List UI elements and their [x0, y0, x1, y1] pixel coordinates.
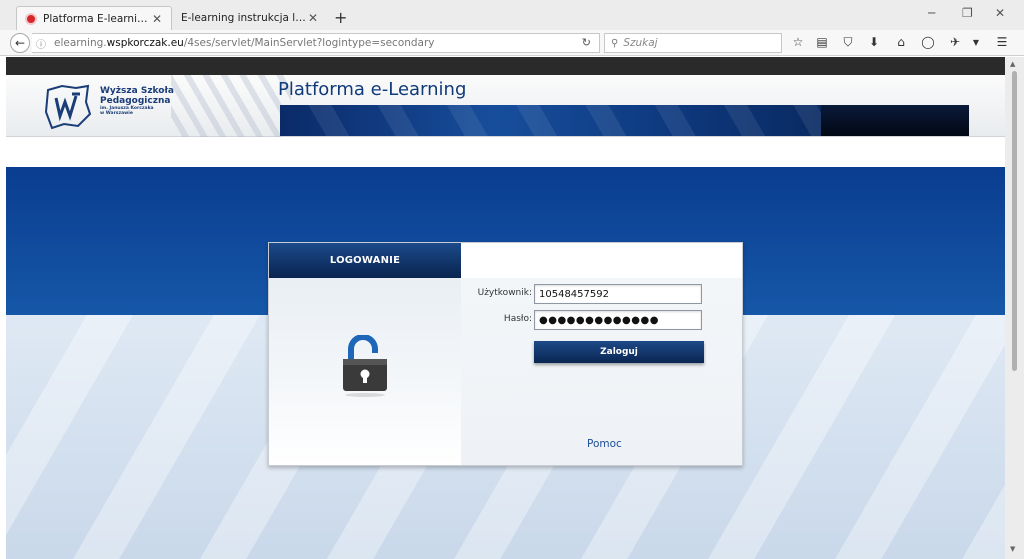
close-window-icon[interactable]: ✕ [995, 6, 1005, 20]
help-link[interactable]: Pomoc [587, 438, 622, 450]
back-arrow-icon[interactable]: ← [10, 33, 30, 53]
chevron-down-icon[interactable]: ▼ [968, 38, 984, 47]
header-banner [280, 105, 821, 136]
password-field[interactable] [534, 310, 702, 330]
search-input[interactable]: ⚲ Szukaj [604, 33, 782, 53]
nav-bar: ← ⓘ elearning. wspkorczak.eu/4ses/servlet… [0, 30, 1024, 56]
menu-icon[interactable]: ☰ [994, 35, 1010, 49]
url-domain: wspkorczak.eu [106, 37, 184, 49]
header-banner-dark [821, 105, 969, 136]
scroll-thumb[interactable] [1012, 71, 1017, 371]
university-logo-icon [44, 84, 92, 130]
site-favicon-icon [25, 12, 37, 25]
page-title: Platforma e-Learning [278, 79, 467, 100]
downloads-icon[interactable]: ⬇ [866, 35, 882, 49]
logo-line4: w Warszawie [100, 110, 133, 116]
site-info-icon[interactable]: ⓘ [36, 36, 50, 51]
close-tab-icon[interactable]: ✕ [151, 12, 163, 26]
username-label: Użytkownik: [477, 288, 532, 298]
header-decoration [171, 75, 291, 137]
reload-icon[interactable]: ↻ [582, 36, 591, 49]
scroll-down-icon[interactable]: ▼ [1010, 545, 1015, 553]
search-icon: ⚲ [611, 37, 619, 49]
tab-title: E-learning instrukcja logowania [181, 12, 307, 24]
login-right-column [461, 278, 742, 465]
reading-list-icon[interactable]: ▤ [814, 35, 830, 49]
top-strip [6, 57, 1005, 75]
extension-icon[interactable]: ✈ [947, 35, 963, 49]
url-path: /4ses/servlet/MainServlet?logintype=seco… [183, 37, 435, 49]
padlock-icon [343, 335, 387, 397]
page-scrollbar[interactable]: ▲ ▼ [1005, 57, 1024, 559]
restore-icon[interactable]: ❐ [962, 6, 973, 20]
url-prefix: elearning. [54, 37, 107, 49]
tab-bar: Platforma E-learningowa ... ✕ E-learning… [0, 0, 1024, 30]
minimize-icon[interactable]: ─ [928, 6, 935, 20]
home-icon[interactable]: ⌂ [893, 35, 909, 49]
url-bar[interactable]: ⓘ elearning. wspkorczak.eu/4ses/servlet/M… [32, 33, 600, 53]
login-panel: LOGOWANIE Użytkownik: Hasło: Zaloguj Pom… [268, 242, 743, 466]
chat-icon[interactable]: ◯ [920, 35, 936, 49]
site-header: Wyższa Szkoła Pedagogiczna im. Janusza K… [6, 75, 1005, 137]
bookmark-star-icon[interactable]: ☆ [790, 35, 806, 49]
university-name: Wyższa Szkoła Pedagogiczna im. Janusza K… [100, 86, 174, 117]
tab-instrukcja[interactable]: E-learning instrukcja logowania ✕ [173, 6, 327, 30]
password-label: Hasło: [503, 314, 532, 324]
tab-platforma[interactable]: Platforma E-learningowa ... ✕ [16, 6, 172, 30]
search-placeholder: Szukaj [623, 37, 658, 49]
username-field[interactable] [534, 284, 702, 304]
login-heading: LOGOWANIE [269, 243, 461, 278]
new-tab-icon[interactable]: + [334, 8, 347, 27]
pocket-icon[interactable]: ⛉ [840, 35, 856, 50]
scroll-up-icon[interactable]: ▲ [1010, 60, 1015, 68]
tab-title: Platforma E-learningowa ... [43, 12, 151, 25]
close-tab-icon[interactable]: ✕ [307, 11, 319, 25]
login-button[interactable]: Zaloguj [534, 341, 704, 363]
page-content: Wyższa Szkoła Pedagogiczna im. Janusza K… [6, 57, 1005, 559]
